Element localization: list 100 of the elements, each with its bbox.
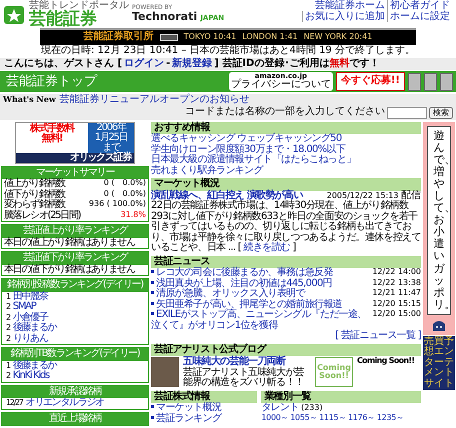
- exchange-logo-icon: [160, 34, 178, 41]
- greeting-link[interactable]: ログイン: [124, 58, 164, 68]
- ad-banner[interactable]: 株式手数料 無料! 2006年 1月25日 まで オリックス証券: [15, 122, 135, 164]
- blog-title-link[interactable]: 五味純大の芸能一刀両断: [183, 356, 286, 367]
- search-hint: コードまたは名称の一部を入力してください: [185, 107, 385, 118]
- exchange-title: 芸能証券取引所: [84, 32, 154, 43]
- rank-number: 2: [6, 323, 10, 332]
- rank-number: 2: [6, 371, 10, 380]
- star-logo-icon: [4, 4, 26, 26]
- section-header: 芸証株式情報: [151, 390, 258, 403]
- news-link[interactable]: 浅田真央が上場、注目の初値は445,000円: [151, 278, 332, 289]
- ranking-link[interactable]: KinKi Kids: [12, 370, 49, 381]
- news-link[interactable]: 矢田亜希子が高い、押尾学との婚前旅行報道: [151, 300, 342, 310]
- summary-label: 変わらず銘柄数: [4, 200, 65, 210]
- range-link[interactable]: 1000～: [261, 412, 288, 422]
- header-link[interactable]: お気に入りに追加: [302, 10, 387, 22]
- news-date: 12/22 14:00: [372, 268, 421, 278]
- news-link[interactable]: 芸能証券リニューアルオープンのお知らせ: [60, 94, 250, 105]
- blog-description: 芸証アナリスト五味純大が芸能界の構造をズバリ斬る！！: [183, 368, 306, 388]
- range-link[interactable]: 1235～: [376, 412, 404, 422]
- article-text: 22日の芸能証券株式市場は、14時30分現在、値上がり銘柄数293に対し値下がり銘柄数633と昨日の全面安のショックを若干引きずってはいるものの、切り返しに転じる銘柄も出てきており、市場は平静を徐々に取り戻しつつあるようだ。連休を控えていることや、日本 ... [ 続きを読む ]: [151, 201, 421, 254]
- banner-text: まで: [101, 142, 120, 152]
- ranking-link[interactable]: 田中麗奈: [12, 290, 48, 302]
- panel-header: 銘柄別投稿数ランキング(デイリー): [2, 279, 148, 292]
- ranking-link[interactable]: りりあん: [12, 332, 48, 344]
- section-header: マーケット概況: [151, 178, 421, 190]
- recommended-link[interactable]: 売れまくり駅弁ランキング: [151, 166, 421, 176]
- section-header: 芸証アナリスト公式ブログ: [151, 344, 421, 356]
- ad-panel[interactable]: 遊んで、増やして、お小遣いガッポリ。: [423, 122, 455, 335]
- news-date: 12/21 11:47: [372, 289, 421, 299]
- clock-text: NEW YORK 20:41: [304, 33, 372, 42]
- photo-placeholder: [408, 72, 421, 90]
- range-link[interactable]: 1176～: [348, 412, 375, 422]
- recommended-link[interactable]: 選べるキャッシング ウェッブキャッシング50: [151, 134, 421, 144]
- recommended-link[interactable]: 日本最大級の派遣情報サイト「はたらこねっと」: [151, 155, 421, 166]
- range-link[interactable]: 1055～: [290, 412, 318, 422]
- summary-label: 値上がり銘柄数: [4, 179, 65, 189]
- photo-placeholder: [440, 72, 453, 90]
- greeting-link[interactable]: 新規登録: [172, 58, 212, 68]
- summary-value: 936 ( 100.0%): [88, 200, 146, 210]
- rank-number: 12/27: [6, 398, 23, 407]
- panel-header: マーケットサマリー: [2, 166, 148, 179]
- coming-soon-badge: Coming Soon!!: [315, 357, 353, 387]
- whats-new-label: What's New: [3, 94, 56, 104]
- technorati-logo: Technorati: [132, 10, 198, 24]
- apply-button[interactable]: 今すぐ応募!!: [336, 72, 405, 91]
- ranking-link[interactable]: オリエンタルラジオ: [26, 397, 104, 408]
- headline-link[interactable]: 演乱戦線へ、紅白控え 演歌勢が高い: [151, 190, 303, 201]
- rank-number: 1: [6, 292, 10, 300]
- greeting-text: こんにちは、ゲストさん [: [4, 58, 122, 68]
- logo-text: 芸能証券: [29, 11, 97, 28]
- summary-value: 0 ( 0.0%): [104, 190, 146, 200]
- category-link[interactable]: タレント: [261, 402, 299, 413]
- header-link[interactable]: ホームに設定: [387, 10, 452, 22]
- section-header: 業種別一覧: [261, 390, 421, 403]
- news-list-link[interactable]: [ 芸証ニュース一覧 ]: [335, 330, 421, 341]
- category-count: (233): [301, 403, 323, 412]
- banner-text: 1月25日: [94, 132, 128, 142]
- section-header: 芸証ニュース: [151, 256, 421, 268]
- notice-text: 芸証IDの登録･ご利用は無料です！: [221, 58, 380, 68]
- ranking-link[interactable]: SMAP: [12, 301, 36, 312]
- panel-message: 本日の値下がり銘柄はありません: [3, 264, 136, 275]
- panel-header: 銘柄別TB数ランキング(デイリー): [2, 348, 148, 360]
- header-link[interactable]: 芸能証券ホーム: [313, 0, 387, 11]
- page-title: 芸能証券トップ: [6, 74, 97, 88]
- range-link[interactable]: 1115～: [319, 412, 346, 422]
- news-date: 12/20 15:00: [372, 310, 421, 320]
- rank-number: 2: [6, 312, 10, 322]
- stock-info-link[interactable]: マーケット概況: [151, 402, 222, 413]
- news-link[interactable]: 清原が急騰、オリックス入り表明で: [151, 289, 305, 300]
- date-line: 現在の日時: 12月 23日 10:41 – 日本の芸能市場はあと4時間 19 分で終了します。: [40, 46, 416, 56]
- news-date: 12/20 15:15: [372, 300, 421, 310]
- panel-message: 本日の値上がり銘柄はありません: [3, 238, 136, 248]
- read-more-link[interactable]: 続きを読む: [243, 242, 290, 253]
- summary-value: 31.8%: [120, 210, 146, 220]
- photo-placeholder: [424, 72, 437, 90]
- ad-footer-text: 売買予想エンターテメントサイト: [423, 336, 455, 390]
- summary-label: 値下がり銘柄数: [4, 190, 65, 200]
- search-field[interactable]: [387, 106, 427, 118]
- search-button[interactable]: 検索: [429, 106, 453, 118]
- coming-soon-text: Coming Soon!!: [357, 357, 414, 366]
- recommended-link[interactable]: 学生向けローン限度額30万まで・18.00%以下: [151, 144, 421, 155]
- news-link[interactable]: レコ大の司会に後藤まるか、事務は急反発: [151, 268, 333, 278]
- banner-text: 2006年: [96, 122, 126, 132]
- banner-text: 株式手数料: [28, 124, 76, 134]
- summary-value: 0 ( 0.0%): [104, 179, 146, 189]
- panel-header: 芸証値下がり率ランキング: [2, 252, 148, 264]
- clock-text: LONDON 1:41: [242, 33, 298, 42]
- banner-text: オリックス証券: [16, 152, 134, 162]
- banner-text: 無料!: [40, 134, 62, 144]
- ranking-link[interactable]: 後藤まるか: [12, 360, 56, 370]
- ranking-link[interactable]: 小倉優子: [12, 312, 48, 322]
- panel-header: 芸証値上がり率ランキング: [2, 225, 148, 238]
- clock-text: TOKYO 10:41: [184, 33, 236, 42]
- panel-header: 新規承認銘柄: [2, 386, 148, 398]
- news-link[interactable]: EXILEがストップ高、ニューシングル『ただ一途、泣くて』がオリコン1位を獲得: [151, 310, 370, 331]
- rank-number: 2: [6, 334, 10, 342]
- photo-placeholder: [151, 357, 179, 387]
- stock-info-link[interactable]: 芸証ランキング: [151, 412, 222, 424]
- ranking-link[interactable]: 後藤まるか: [12, 322, 56, 333]
